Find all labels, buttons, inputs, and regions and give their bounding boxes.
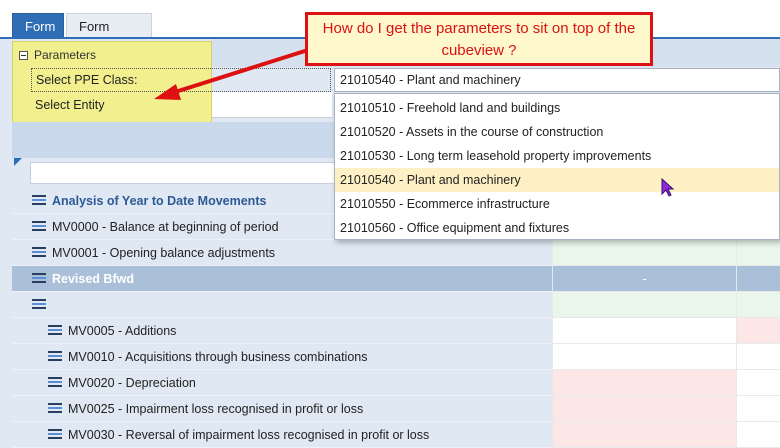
row-header[interactable]: MV0010 - Acquisitions through business c… bbox=[12, 344, 552, 370]
member-icon bbox=[48, 403, 62, 414]
row-label: MV0005 - Additions bbox=[68, 323, 177, 338]
data-cell[interactable] bbox=[552, 396, 736, 422]
data-cell[interactable] bbox=[736, 422, 780, 448]
row-label: Revised Bfwd bbox=[52, 271, 134, 286]
member-icon bbox=[32, 221, 46, 232]
member-icon bbox=[48, 351, 62, 362]
data-cell[interactable] bbox=[552, 422, 736, 448]
row-label: MV0001 - Opening balance adjustments bbox=[52, 245, 276, 260]
member-icon bbox=[32, 195, 46, 206]
ppe-class-select[interactable]: 21010540 - Plant and machinery bbox=[334, 68, 780, 92]
row-header[interactable]: MV0005 - Additions bbox=[12, 318, 552, 344]
tab-form[interactable]: Form bbox=[12, 13, 64, 38]
table-row: MV0001 - Opening balance adjustments bbox=[12, 240, 780, 266]
dropdown-option[interactable]: 21010550 - Ecommerce infrastructure bbox=[335, 192, 779, 216]
table-row: MV0010 - Acquisitions through business c… bbox=[12, 344, 780, 370]
data-cell[interactable] bbox=[736, 240, 780, 266]
data-cell[interactable] bbox=[552, 370, 736, 396]
corner-marker bbox=[14, 158, 22, 166]
dropdown-option[interactable]: 21010560 - Office equipment and fixtures bbox=[335, 216, 779, 240]
cell-value: - bbox=[642, 271, 647, 286]
parameters-title: Parameters bbox=[34, 48, 97, 62]
row-label: MV0025 - Impairment loss recognised in p… bbox=[68, 401, 364, 416]
dropdown-option[interactable]: 21010520 - Assets in the course of const… bbox=[335, 120, 779, 144]
row-label: MV0010 - Acquisitions through business c… bbox=[68, 349, 368, 364]
row-label: MV0020 - Depreciation bbox=[68, 375, 196, 390]
collapse-icon[interactable] bbox=[19, 50, 28, 60]
parameters-heading[interactable]: Parameters bbox=[19, 48, 96, 62]
row-header[interactable]: MV0025 - Impairment loss recognised in p… bbox=[12, 396, 552, 422]
ppe-class-dropdown: 21010510 - Freehold land and buildings 2… bbox=[334, 93, 780, 240]
dropdown-option[interactable]: 21010510 - Freehold land and buildings bbox=[335, 96, 779, 120]
data-cell[interactable] bbox=[736, 318, 780, 344]
table-row: MV0030 - Reversal of impairment loss rec… bbox=[12, 422, 780, 448]
row-label: MV0000 - Balance at beginning of period bbox=[52, 219, 279, 234]
member-icon bbox=[48, 325, 62, 336]
tab-form-audit[interactable]: Form Audit bbox=[66, 13, 152, 59]
table-row: MV0005 - Additions bbox=[12, 318, 780, 344]
row-header[interactable]: MV0030 - Reversal of impairment loss rec… bbox=[12, 422, 552, 448]
row-header[interactable]: MV0001 - Opening balance adjustments bbox=[12, 240, 552, 266]
data-cell[interactable]: - bbox=[552, 266, 736, 292]
row-header[interactable]: Revised Bfwd bbox=[12, 266, 552, 292]
member-icon bbox=[32, 299, 46, 310]
mouse-cursor-icon bbox=[661, 178, 675, 197]
dropdown-option-hovered[interactable]: 21010540 - Plant and machinery bbox=[335, 168, 779, 192]
data-cell[interactable] bbox=[552, 292, 736, 318]
data-cell[interactable] bbox=[736, 344, 780, 370]
table-row: MV0020 - Depreciation bbox=[12, 370, 780, 396]
table-row: MV0025 - Impairment loss recognised in p… bbox=[12, 396, 780, 422]
data-cell[interactable] bbox=[736, 266, 780, 292]
data-cell[interactable] bbox=[552, 240, 736, 266]
row-label: Analysis of Year to Date Movements bbox=[52, 193, 267, 208]
data-cell[interactable] bbox=[736, 370, 780, 396]
data-cell[interactable] bbox=[552, 344, 736, 370]
dropdown-option[interactable]: 21010530 - Long term leasehold property … bbox=[335, 144, 779, 168]
data-cell[interactable] bbox=[552, 318, 736, 344]
entity-select[interactable] bbox=[212, 92, 332, 118]
data-cell[interactable] bbox=[736, 396, 780, 422]
data-cell[interactable] bbox=[736, 292, 780, 318]
member-icon bbox=[48, 377, 62, 388]
param-ppe-class-label: Select PPE Class: bbox=[31, 68, 331, 92]
table-row bbox=[12, 292, 780, 318]
table-row: Revised Bfwd - bbox=[12, 266, 780, 292]
annotation-callout: How do I get the parameters to sit on to… bbox=[305, 12, 653, 66]
row-header[interactable]: MV0020 - Depreciation bbox=[12, 370, 552, 396]
row-header[interactable] bbox=[12, 292, 552, 318]
member-icon bbox=[32, 273, 46, 284]
member-icon bbox=[32, 247, 46, 258]
